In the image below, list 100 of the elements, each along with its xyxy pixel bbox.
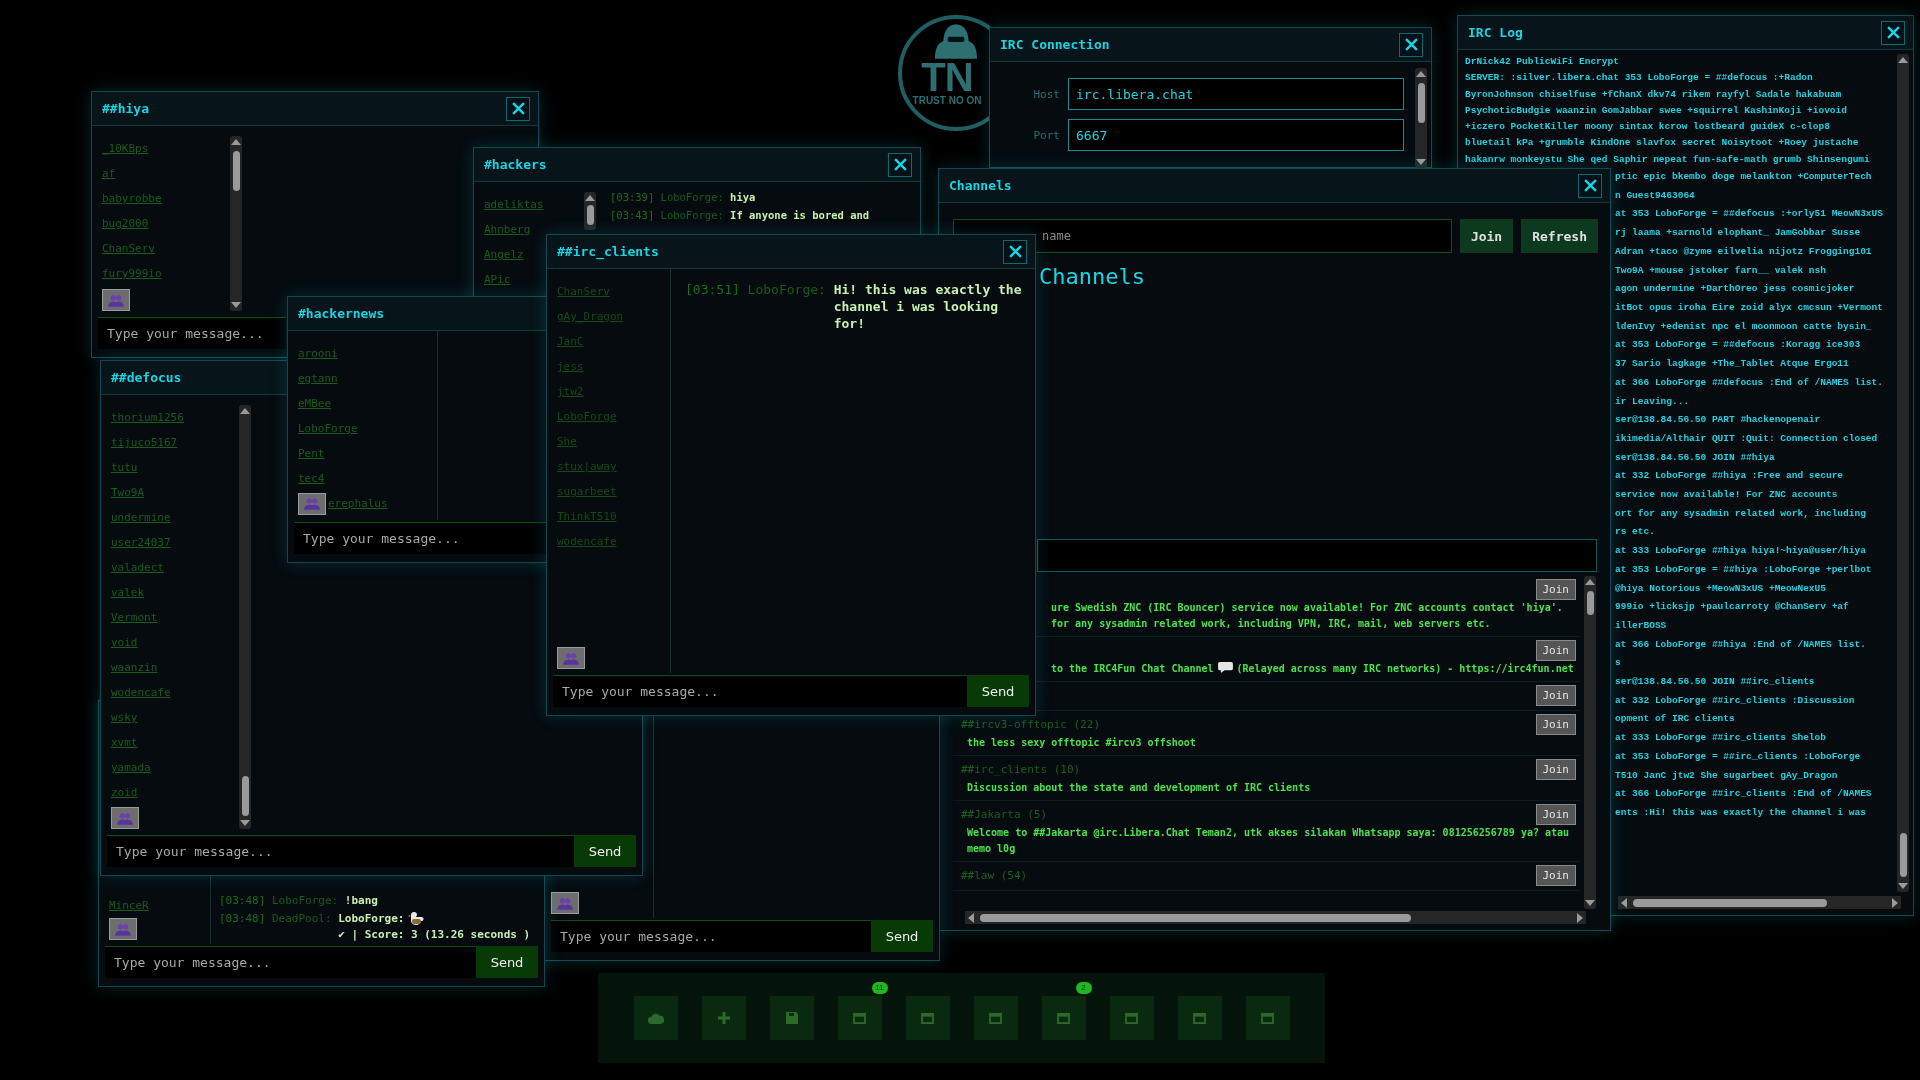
input-field[interactable] bbox=[1037, 539, 1597, 572]
user-link[interactable]: Vermont bbox=[111, 605, 158, 630]
dock-button[interactable] bbox=[633, 996, 678, 1040]
user-link[interactable]: sugarbeet bbox=[557, 479, 617, 504]
send-button[interactable]: Send bbox=[574, 835, 636, 867]
user-link[interactable]: Angelz bbox=[484, 242, 524, 267]
user-link[interactable]: xvmt bbox=[111, 730, 138, 755]
users-button[interactable] bbox=[298, 492, 326, 515]
user-link[interactable]: She bbox=[557, 429, 577, 454]
join-button[interactable]: Join bbox=[1535, 864, 1576, 886]
users-button[interactable] bbox=[109, 918, 137, 940]
user-link[interactable]: adeliktas bbox=[484, 192, 544, 217]
user-link[interactable]: valek bbox=[111, 580, 145, 605]
user-link[interactable]: _10KBps bbox=[102, 136, 149, 161]
close-button[interactable] bbox=[506, 96, 530, 121]
close-button[interactable] bbox=[1881, 20, 1905, 45]
user-link[interactable]: bug2000 bbox=[102, 211, 149, 236]
users-button[interactable] bbox=[557, 647, 585, 669]
user-link[interactable]: thorium1256 bbox=[111, 405, 184, 430]
join-button[interactable]: Join bbox=[1535, 713, 1576, 735]
dock-button[interactable] bbox=[769, 996, 814, 1040]
join-button[interactable]: Join bbox=[1535, 578, 1576, 600]
user-link[interactable]: arooni bbox=[298, 341, 338, 366]
users-button[interactable] bbox=[551, 892, 579, 914]
horizontal-scrollbar[interactable] bbox=[1618, 896, 1901, 909]
close-button[interactable] bbox=[1399, 32, 1423, 57]
user-link[interactable]: af bbox=[102, 161, 116, 186]
message-field[interactable]: Type your message... bbox=[105, 946, 476, 978]
send-button[interactable]: Send bbox=[871, 920, 933, 952]
text-field[interactable]: 6667 bbox=[1068, 119, 1404, 151]
user-link[interactable]: LoboForge bbox=[557, 404, 617, 429]
scrollbar[interactable] bbox=[584, 192, 596, 230]
dock-button[interactable] bbox=[1109, 996, 1154, 1040]
close-button[interactable] bbox=[1578, 173, 1602, 198]
window-icon bbox=[1125, 1012, 1138, 1024]
user-link[interactable]: Two9A bbox=[111, 480, 145, 505]
user-link[interactable]: MinceR bbox=[109, 893, 149, 918]
join-button[interactable]: Join bbox=[1535, 758, 1576, 780]
join-button[interactable]: Join bbox=[1535, 684, 1576, 706]
user-link[interactable]: ThinkT510 bbox=[557, 504, 617, 529]
user-link[interactable]: wodencafe bbox=[557, 529, 617, 554]
user-link[interactable]: Pent bbox=[298, 441, 325, 466]
message-field[interactable]: Type your message... bbox=[107, 835, 574, 867]
user-link[interactable]: user24037 bbox=[111, 530, 171, 555]
user-link[interactable]: undermine bbox=[111, 505, 171, 530]
user-link[interactable]: tutu bbox=[111, 455, 138, 480]
user-link[interactable]: ChanServ bbox=[102, 236, 155, 261]
user-link[interactable]: wodencafe bbox=[111, 680, 171, 705]
user-link[interactable]: babyrobbe bbox=[102, 186, 162, 211]
message-field[interactable]: Type your message... bbox=[553, 675, 967, 707]
user-link[interactable]: yamada bbox=[111, 755, 151, 780]
user-link[interactable]: jtw2 bbox=[557, 379, 584, 404]
join-button[interactable]: Join bbox=[1535, 639, 1576, 661]
log-line: ldenIvy +edenist npc el moonmoon catte bysin_ bbox=[1615, 319, 1873, 334]
user-link[interactable]: ChanServ bbox=[557, 279, 610, 304]
close-button[interactable] bbox=[888, 152, 912, 177]
scrollbar[interactable] bbox=[1584, 576, 1596, 909]
user-link[interactable]: zoid bbox=[111, 780, 138, 805]
dock-button[interactable] bbox=[973, 996, 1018, 1040]
dock-button[interactable] bbox=[1245, 996, 1290, 1040]
user-link[interactable]: fury999io bbox=[102, 261, 162, 286]
user-link[interactable]: waanzin bbox=[111, 655, 158, 680]
users-icon bbox=[108, 293, 124, 307]
message-time: [03:48] bbox=[219, 893, 266, 908]
dock-button[interactable] bbox=[905, 996, 950, 1040]
action-button[interactable]: Refresh bbox=[1521, 219, 1598, 253]
text-field[interactable]: irc.libera.chat bbox=[1068, 78, 1404, 110]
user-link[interactable]: tijuco5167 bbox=[111, 430, 178, 455]
action-button[interactable]: Join bbox=[1459, 219, 1514, 253]
dock-button[interactable] bbox=[1177, 996, 1222, 1040]
dock-button[interactable] bbox=[701, 996, 746, 1040]
user-link[interactable]: eMBee bbox=[298, 391, 332, 416]
scrollbar[interactable] bbox=[230, 136, 242, 311]
user-link[interactable]: valadect bbox=[111, 555, 164, 580]
close-icon bbox=[511, 102, 525, 115]
user-link[interactable]: erephalus bbox=[328, 491, 388, 516]
user-link[interactable]: Ahnberg bbox=[484, 217, 531, 242]
user-link[interactable]: APic bbox=[484, 267, 511, 292]
user-link[interactable]: egtann bbox=[298, 366, 338, 391]
users-button[interactable] bbox=[102, 289, 130, 311]
scrollbar[interactable] bbox=[1415, 68, 1427, 168]
user-link[interactable]: wsky bbox=[111, 705, 138, 730]
users-button[interactable] bbox=[111, 807, 139, 829]
search-field[interactable]: name bbox=[953, 219, 1452, 253]
user-link[interactable]: gAy_Dragon bbox=[557, 304, 624, 329]
send-button[interactable]: Send bbox=[967, 675, 1029, 707]
join-button[interactable]: Join bbox=[1535, 803, 1576, 825]
message-field[interactable]: Type your message... bbox=[98, 317, 286, 349]
scrollbar[interactable] bbox=[239, 405, 251, 829]
user-link[interactable]: stux|away bbox=[557, 454, 617, 479]
close-button[interactable] bbox=[1003, 239, 1027, 264]
user-link[interactable]: tec4 bbox=[298, 466, 325, 491]
scrollbar[interactable] bbox=[1897, 54, 1909, 892]
user-link[interactable]: jess bbox=[557, 354, 584, 379]
message-field[interactable]: Type your message... bbox=[551, 920, 871, 952]
user-link[interactable]: LoboForge bbox=[298, 416, 358, 441]
horizontal-scrollbar[interactable] bbox=[965, 911, 1586, 924]
user-link[interactable]: void bbox=[111, 630, 138, 655]
send-button[interactable]: Send bbox=[476, 946, 538, 978]
user-link[interactable]: JanC bbox=[557, 329, 584, 354]
